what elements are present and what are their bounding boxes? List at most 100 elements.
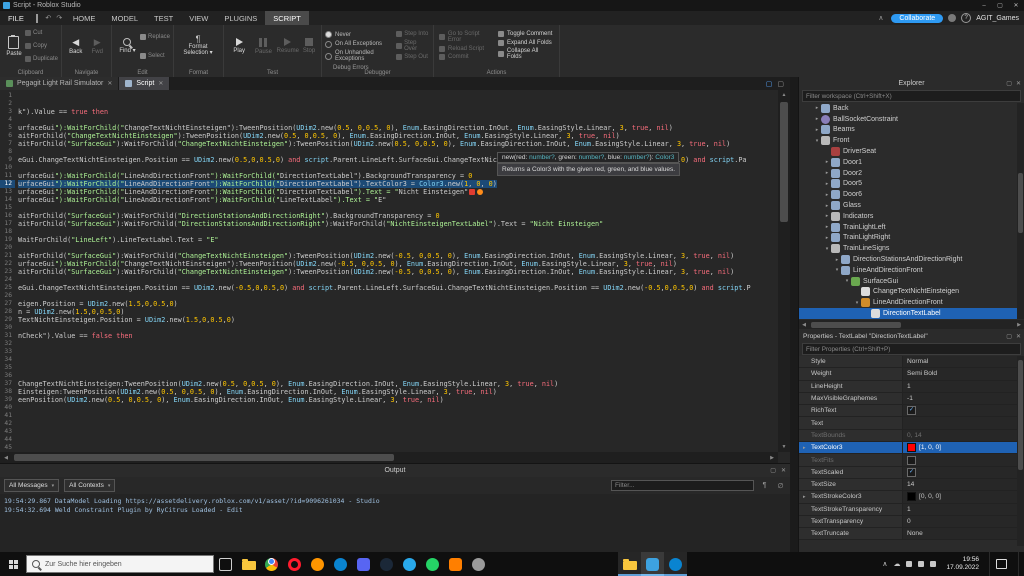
- expand-all-folds-button[interactable]: Expand All Folds: [498, 40, 554, 46]
- property-value-cell[interactable]: 0, 14: [903, 430, 1024, 441]
- start-button[interactable]: [0, 552, 26, 576]
- scroll-right-icon[interactable]: ▶: [766, 452, 778, 463]
- telegram-icon[interactable]: [398, 552, 421, 576]
- code-line[interactable]: [18, 436, 777, 444]
- script-editor[interactable]: 1234567891011121314151617181920212223242…: [0, 90, 790, 463]
- taskbar-clock[interactable]: 19:56 17.09.2022: [942, 556, 983, 572]
- code-line[interactable]: k").Value == true then: [18, 108, 777, 116]
- tree-arrow-icon[interactable]: ▾: [833, 267, 841, 273]
- scroll-left-icon[interactable]: ◀: [0, 452, 12, 463]
- file-explorer-window-icon[interactable]: [618, 552, 641, 576]
- code-line[interactable]: [18, 340, 777, 348]
- property-row-textfits[interactable]: TextFits: [799, 454, 1024, 466]
- tree-item-front[interactable]: ▾Front: [799, 135, 1024, 146]
- property-value-cell[interactable]: ✓: [903, 467, 1024, 478]
- tree-arrow-icon[interactable]: ▾: [853, 300, 861, 306]
- code-line[interactable]: [18, 444, 777, 452]
- property-row-style[interactable]: StyleNormal: [799, 356, 1024, 368]
- tree-item-door6[interactable]: ▸Door6: [799, 189, 1024, 200]
- format-selection-button[interactable]: ¶ Format Selection ▾: [177, 27, 219, 65]
- tree-arrow-icon[interactable]: ▸: [823, 213, 831, 219]
- step-into-button[interactable]: Step Into: [396, 31, 430, 37]
- code-line[interactable]: [18, 204, 777, 212]
- code-line[interactable]: [18, 348, 777, 356]
- commit-button[interactable]: Commit: [439, 54, 494, 60]
- tree-item-changetextnichteinsteigen[interactable]: ChangeTextNichtEinsteigen: [799, 287, 1024, 298]
- onedrive-icon[interactable]: ☁: [893, 560, 900, 568]
- output-log[interactable]: 19:54:29.867 DataModel Loading https://a…: [0, 494, 790, 515]
- scrollbar-thumb[interactable]: [811, 322, 901, 328]
- tree-item-directiontextlabel[interactable]: DirectionTextLabel: [799, 308, 1024, 319]
- property-value-cell[interactable]: [0, 0, 0]: [903, 491, 1024, 502]
- tree-item-surfacegui[interactable]: ▾SurfaceGui: [799, 276, 1024, 287]
- word-wrap-icon[interactable]: ¶: [759, 482, 770, 489]
- code-line[interactable]: [18, 276, 777, 284]
- tree-arrow-icon[interactable]: ▸: [813, 127, 821, 133]
- code-line[interactable]: [18, 420, 777, 428]
- scroll-up-icon[interactable]: ▲: [778, 90, 790, 100]
- back-button[interactable]: ◀ Back: [65, 27, 87, 65]
- menu-tab-script[interactable]: SCRIPT: [265, 11, 309, 25]
- property-value-cell[interactable]: Semi Bold: [903, 368, 1024, 379]
- help-icon[interactable]: ?: [961, 13, 971, 23]
- firefox-icon[interactable]: [306, 552, 329, 576]
- output-log-line[interactable]: 19:54:32.694 Weld Constraint Plugin by R…: [4, 506, 790, 515]
- menu-tab-view[interactable]: VIEW: [181, 11, 216, 25]
- close-tab-icon[interactable]: ✕: [107, 80, 112, 87]
- tree-arrow-icon[interactable]: ▸: [813, 105, 821, 111]
- close-button[interactable]: ✕: [1008, 0, 1024, 11]
- property-value-cell[interactable]: [903, 417, 1024, 428]
- tree-arrow-icon[interactable]: ▸: [823, 224, 831, 230]
- code-line[interactable]: ChangeTextNichtEinsteigen:TweenPosition(…: [18, 380, 777, 388]
- menu-tab-plugins[interactable]: PLUGINS: [216, 11, 265, 25]
- collapse-all-folds-button[interactable]: Collapse All Folds: [498, 48, 554, 60]
- property-value-cell[interactable]: ✓: [903, 405, 1024, 416]
- explorer-horizontal-scrollbar[interactable]: ◀ ▶: [799, 320, 1024, 329]
- code-line[interactable]: urfaceGui"):WaitForChild("LineAndDirecti…: [18, 180, 777, 188]
- vlc-icon[interactable]: [444, 552, 467, 576]
- hidden-icons-chevron-icon[interactable]: ∧: [882, 560, 887, 568]
- property-row-textsize[interactable]: TextSize14: [799, 479, 1024, 491]
- collaborate-button[interactable]: Collaborate: [891, 14, 943, 23]
- code-line[interactable]: [18, 228, 777, 236]
- code-line[interactable]: [18, 244, 777, 252]
- close-icon[interactable]: ✕: [1016, 333, 1021, 340]
- code-line[interactable]: urfaceGui"):WaitForChild("ChangeTextNich…: [18, 260, 777, 268]
- tree-item-trainlightleft[interactable]: ▸TrainLightLeft: [799, 222, 1024, 233]
- tree-arrow-icon[interactable]: ▸: [823, 159, 831, 165]
- collapse-ribbon-icon[interactable]: ∧: [875, 14, 886, 22]
- color-swatch[interactable]: [907, 492, 916, 501]
- avatar[interactable]: [948, 14, 956, 22]
- redo-icon[interactable]: ↷: [54, 14, 65, 22]
- property-row-weight[interactable]: WeightSemi Bold: [799, 368, 1024, 380]
- tab-game-view[interactable]: Pegagit Light Rail Simulator ✕: [0, 77, 119, 90]
- tree-arrow-icon[interactable]: ▸: [823, 203, 831, 209]
- pop-out-icon[interactable]: ▢: [1006, 80, 1012, 87]
- property-value-cell[interactable]: -1: [903, 393, 1024, 404]
- code-line[interactable]: aitForChild("SurfaceGui"):WaitForChild("…: [18, 268, 777, 276]
- tree-arrow-icon[interactable]: ▾: [843, 278, 851, 284]
- tree-arrow-icon[interactable]: ▸: [823, 170, 831, 176]
- contexts-filter-dropdown[interactable]: All Contexts ▾: [64, 479, 115, 492]
- show-desktop-button[interactable]: [1018, 552, 1022, 576]
- close-icon[interactable]: ✕: [1016, 80, 1021, 87]
- opera-icon[interactable]: [283, 552, 306, 576]
- action-center-button[interactable]: [989, 552, 1012, 576]
- tree-arrow-icon[interactable]: ▸: [823, 235, 831, 241]
- explorer-filter-input[interactable]: Filter workspace (Ctrl+Shift+X): [802, 90, 1021, 102]
- taskbar-search-input[interactable]: Zur Suche hier eingeben: [26, 555, 214, 573]
- code-line[interactable]: [18, 372, 777, 380]
- edge-icon[interactable]: [329, 552, 352, 576]
- stop-button[interactable]: Stop: [300, 27, 318, 65]
- property-row-textscaled[interactable]: TextScaled✓: [799, 467, 1024, 479]
- property-row-texttransparency[interactable]: TextTransparency0: [799, 516, 1024, 528]
- tree-item-door5[interactable]: ▸Door5: [799, 179, 1024, 190]
- clear-output-icon[interactable]: ∅: [775, 482, 786, 490]
- panel-splitter[interactable]: [790, 77, 798, 552]
- checkbox-icon[interactable]: ✓: [907, 468, 916, 477]
- code-line[interactable]: aitForChild("SurfaceGui"):WaitForChild("…: [18, 140, 777, 148]
- code-line[interactable]: aitForChild("SurfaceGui"):WaitForChild("…: [18, 212, 777, 220]
- editor-vertical-scrollbar[interactable]: ▲ ▼: [778, 90, 790, 452]
- tree-item-lineanddirectionfront[interactable]: ▾LineAndDirectionFront: [799, 297, 1024, 308]
- tree-item-glass[interactable]: ▸Glass: [799, 200, 1024, 211]
